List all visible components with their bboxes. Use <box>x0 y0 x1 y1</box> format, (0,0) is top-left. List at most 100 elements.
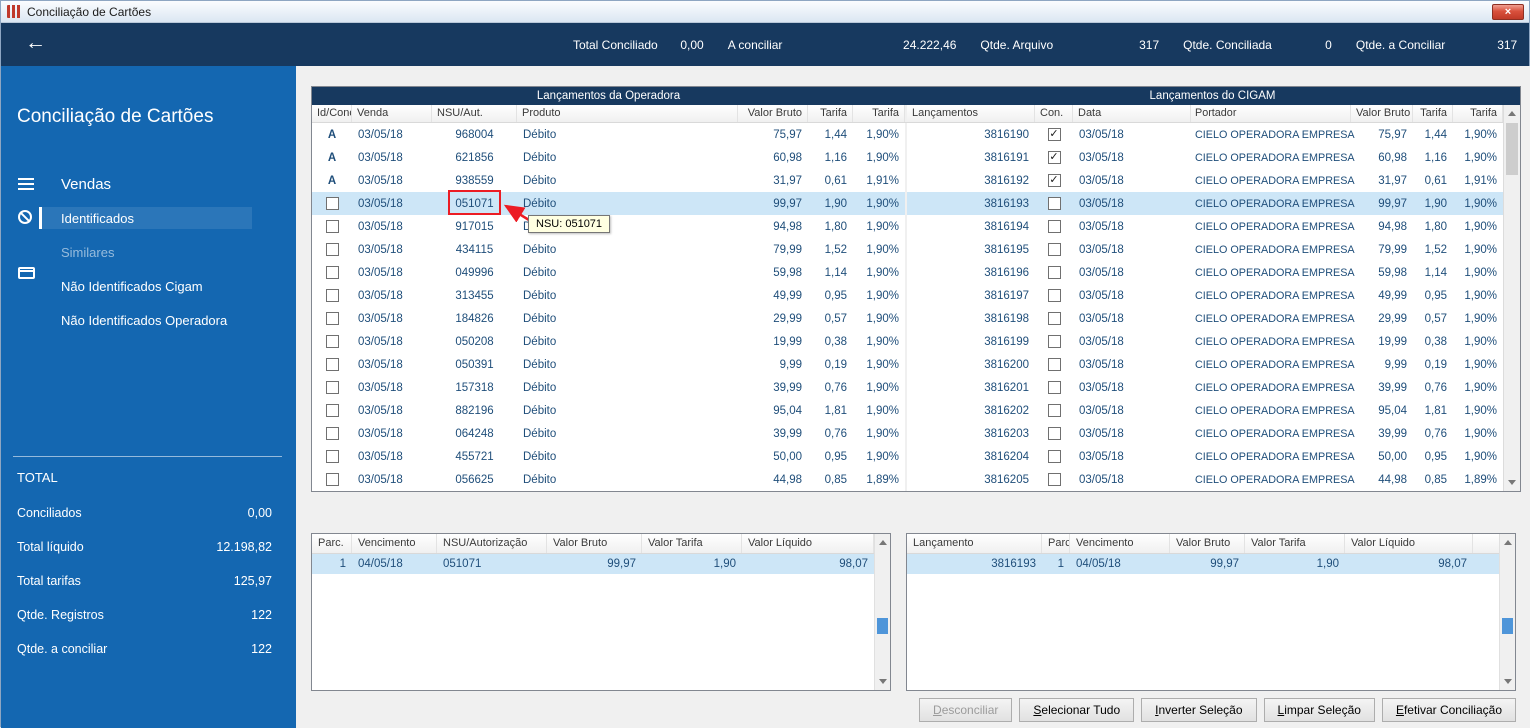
col-valor-bruto[interactable]: Valor Bruto <box>738 105 808 122</box>
col-data[interactable]: Data <box>1073 105 1191 122</box>
sidebar-item-nao-identificados-cigam[interactable]: Não Identificados Cigam <box>1 272 296 300</box>
operadora-row[interactable]: 03/05/18 313455 Débito 49,99 0,95 1,90% <box>312 284 905 307</box>
operadora-row[interactable]: 03/05/18 051071 Débito 99,97 1,90 1,90% <box>312 192 905 215</box>
con-checkbox[interactable] <box>1047 289 1061 302</box>
cigam-row[interactable]: 3816205 03/05/18 CIELO OPERADORA EMPRESA… <box>907 468 1503 491</box>
operadora-detail-row[interactable]: 1 04/05/18 051071 99,97 1,90 98,07 <box>312 554 874 574</box>
operadora-row[interactable]: 03/05/18 050208 Débito 19,99 0,38 1,90% <box>312 330 905 353</box>
conc-checkbox[interactable] <box>325 404 339 417</box>
con-checkbox[interactable] <box>1047 427 1061 440</box>
cigam-row[interactable]: 3816199 03/05/18 CIELO OPERADORA EMPRESA… <box>907 330 1503 353</box>
con-checkbox[interactable] <box>1047 312 1061 325</box>
operadora-row[interactable]: 03/05/18 434115 Débito 79,99 1,52 1,90% <box>312 238 905 261</box>
sidebar-item-identificados[interactable]: Identificados <box>1 204 296 232</box>
conc-checkbox[interactable] <box>325 335 339 348</box>
sidebar-item-vendas[interactable]: Vendas <box>1 170 296 198</box>
col-nsu-aut[interactable]: NSU/Aut. <box>432 105 517 122</box>
conc-checkbox[interactable] <box>325 473 339 486</box>
operadora-row[interactable]: 03/05/18 064248 Débito 39,99 0,76 1,90% <box>312 422 905 445</box>
conc-checkbox[interactable] <box>325 427 339 440</box>
back-button[interactable]: ← <box>25 31 46 55</box>
conc-checkbox[interactable] <box>325 450 339 463</box>
operadora-row[interactable]: 03/05/18 882196 Débito 95,04 1,81 1,90% <box>312 399 905 422</box>
scrollbar-thumb[interactable] <box>1502 618 1513 634</box>
operadora-row[interactable]: 03/05/18 157318 Débito 39,99 0,76 1,90% <box>312 376 905 399</box>
close-button[interactable]: × <box>1492 4 1524 20</box>
operadora-row[interactable]: 03/05/18 049996 Débito 59,98 1,14 1,90% <box>312 261 905 284</box>
sidebar-item-similares[interactable]: Similares <box>1 238 296 266</box>
cigam-row[interactable]: 3816193 03/05/18 CIELO OPERADORA EMPRESA… <box>907 192 1503 215</box>
scrollbar-thumb[interactable] <box>1506 123 1518 175</box>
operadora-detail-scrollbar[interactable] <box>874 534 890 690</box>
col-tarifa-pct[interactable]: Tarifa <box>853 105 905 122</box>
conc-checkbox[interactable] <box>325 381 339 394</box>
con-checkbox[interactable] <box>1047 220 1061 233</box>
limpar-selecao-button[interactable]: Limpar Seleção <box>1263 698 1375 722</box>
cigam-detail-scrollbar[interactable] <box>1499 534 1515 690</box>
scrollbar-thumb[interactable] <box>877 618 888 634</box>
con-checkbox[interactable] <box>1047 381 1061 394</box>
col-valor-bruto-cigam[interactable]: Valor Bruto <box>1351 105 1413 122</box>
scroll-down-icon[interactable] <box>1500 674 1515 689</box>
conc-checkbox[interactable] <box>325 312 339 325</box>
efetivar-conciliacao-button[interactable]: Efetivar Conciliação <box>1381 698 1516 722</box>
col-produto[interactable]: Produto <box>517 105 738 122</box>
cigam-row[interactable]: 3816203 03/05/18 CIELO OPERADORA EMPRESA… <box>907 422 1503 445</box>
cigam-row[interactable]: 3816200 03/05/18 CIELO OPERADORA EMPRESA… <box>907 353 1503 376</box>
cigam-row[interactable]: 3816190 03/05/18 CIELO OPERADORA EMPRESA… <box>907 123 1503 146</box>
cigam-row[interactable]: 3816195 03/05/18 CIELO OPERADORA EMPRESA… <box>907 238 1503 261</box>
col-lancamentos[interactable]: Lançamentos <box>907 105 1035 122</box>
operadora-row[interactable]: 03/05/18 184826 Débito 29,99 0,57 1,90% <box>312 307 905 330</box>
cigam-row[interactable]: 3816204 03/05/18 CIELO OPERADORA EMPRESA… <box>907 445 1503 468</box>
col-id-conc[interactable]: Id/Conc. <box>312 105 352 122</box>
operadora-row[interactable]: 03/05/18 050391 Débito 9,99 0,19 1,90% <box>312 353 905 376</box>
con-checkbox[interactable] <box>1047 174 1061 187</box>
operadora-row[interactable]: A 03/05/18 968004 Débito 75,97 1,44 1,90… <box>312 123 905 146</box>
scroll-up-icon[interactable] <box>1500 535 1515 550</box>
conc-checkbox[interactable] <box>325 266 339 279</box>
desconciliar-button[interactable]: Desconciliar <box>919 698 1013 722</box>
con-checkbox[interactable] <box>1047 473 1061 486</box>
selecionar-tudo-button[interactable]: Selecionar Tudo <box>1019 698 1135 722</box>
col-tarifa-pct-cigam[interactable]: Tarifa <box>1453 105 1503 122</box>
con-checkbox[interactable] <box>1047 404 1061 417</box>
con-checkbox[interactable] <box>1047 197 1061 210</box>
operadora-row[interactable]: 03/05/18 455721 Débito 50,00 0,95 1,90% <box>312 445 905 468</box>
cigam-row[interactable]: 3816192 03/05/18 CIELO OPERADORA EMPRESA… <box>907 169 1503 192</box>
conc-checkbox[interactable] <box>325 358 339 371</box>
inverter-selecao-button[interactable]: Inverter Seleção <box>1141 698 1257 722</box>
operadora-row[interactable]: A 03/05/18 938559 Débito 31,97 0,61 1,91… <box>312 169 905 192</box>
con-checkbox[interactable] <box>1047 335 1061 348</box>
con-checkbox[interactable] <box>1047 450 1061 463</box>
operadora-row[interactable]: A 03/05/18 621856 Débito 60,98 1,16 1,90… <box>312 146 905 169</box>
col-tarifa[interactable]: Tarifa <box>808 105 853 122</box>
cigam-row[interactable]: 3816202 03/05/18 CIELO OPERADORA EMPRESA… <box>907 399 1503 422</box>
con-checkbox[interactable] <box>1047 151 1061 164</box>
col-portador[interactable]: Portador <box>1191 105 1351 122</box>
cigam-row[interactable]: 3816191 03/05/18 CIELO OPERADORA EMPRESA… <box>907 146 1503 169</box>
cigam-row[interactable]: 3816201 03/05/18 CIELO OPERADORA EMPRESA… <box>907 376 1503 399</box>
con-checkbox[interactable] <box>1047 358 1061 371</box>
col-tarifa-cigam[interactable]: Tarifa <box>1413 105 1453 122</box>
operadora-row[interactable]: 03/05/18 056625 Débito 44,98 0,85 1,89% <box>312 468 905 491</box>
sidebar-item-nao-identificados-operadora[interactable]: Não Identificados Operadora <box>1 306 296 334</box>
con-checkbox[interactable] <box>1047 243 1061 256</box>
scroll-down-icon[interactable] <box>1504 475 1520 490</box>
table-scrollbar[interactable] <box>1503 105 1520 491</box>
con-checkbox[interactable] <box>1047 266 1061 279</box>
scroll-down-icon[interactable] <box>875 674 890 689</box>
scroll-up-icon[interactable] <box>875 535 890 550</box>
cigam-row[interactable]: 3816197 03/05/18 CIELO OPERADORA EMPRESA… <box>907 284 1503 307</box>
col-con[interactable]: Con. <box>1035 105 1073 122</box>
con-checkbox[interactable] <box>1047 128 1061 141</box>
conc-checkbox[interactable] <box>325 289 339 302</box>
col-venda[interactable]: Venda <box>352 105 432 122</box>
conc-checkbox[interactable] <box>325 220 339 233</box>
conc-checkbox[interactable] <box>325 243 339 256</box>
conc-checkbox[interactable] <box>325 197 339 210</box>
cigam-row[interactable]: 3816196 03/05/18 CIELO OPERADORA EMPRESA… <box>907 261 1503 284</box>
cigam-row[interactable]: 3816194 03/05/18 CIELO OPERADORA EMPRESA… <box>907 215 1503 238</box>
cigam-detail-row[interactable]: 3816193 1 04/05/18 99,97 1,90 98,07 <box>907 554 1499 574</box>
cigam-row[interactable]: 3816198 03/05/18 CIELO OPERADORA EMPRESA… <box>907 307 1503 330</box>
titlebar[interactable]: Conciliação de Cartões × <box>1 1 1529 23</box>
